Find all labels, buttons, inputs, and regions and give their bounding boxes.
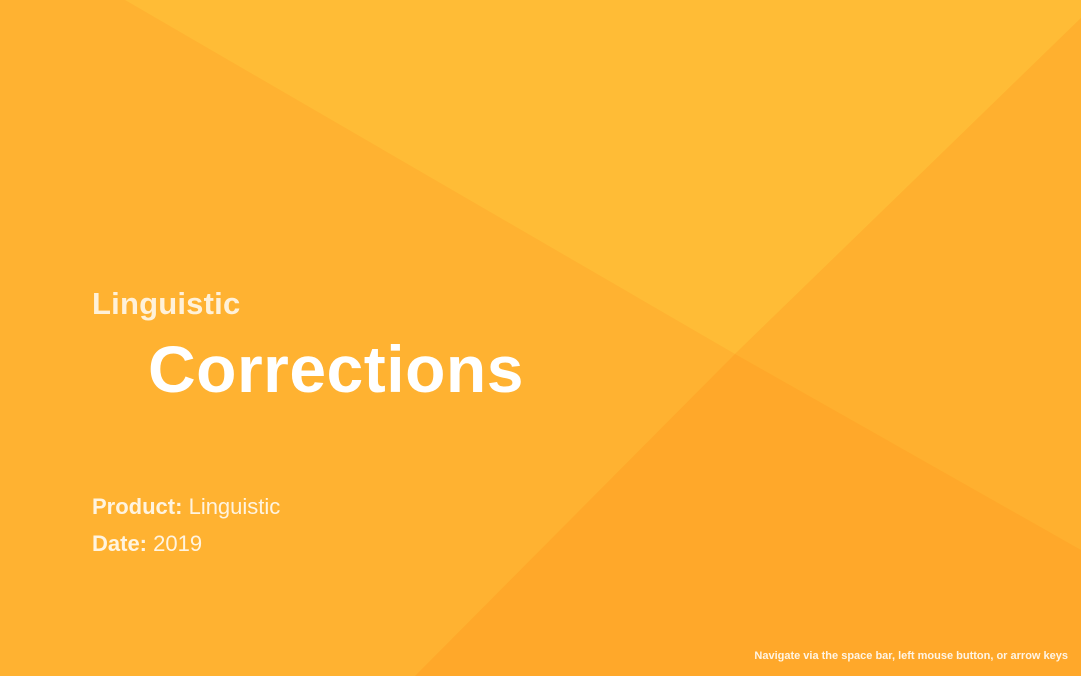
meta-product: Product: Linguistic	[92, 496, 280, 518]
slide-kicker: Linguistic	[92, 286, 241, 321]
meta-date-value: 2019	[153, 531, 203, 556]
meta-date-label: Date:	[92, 531, 148, 556]
meta-date: Date: 2019	[92, 533, 202, 555]
meta-product-value: Linguistic	[188, 494, 281, 519]
slide-title: Corrections	[148, 332, 524, 406]
navigation-hint: Navigate via the space bar, left mouse b…	[754, 650, 1068, 662]
meta-product-label: Product:	[92, 494, 183, 519]
title-slide[interactable]: Linguistic Corrections Product: Linguist…	[0, 0, 1081, 676]
